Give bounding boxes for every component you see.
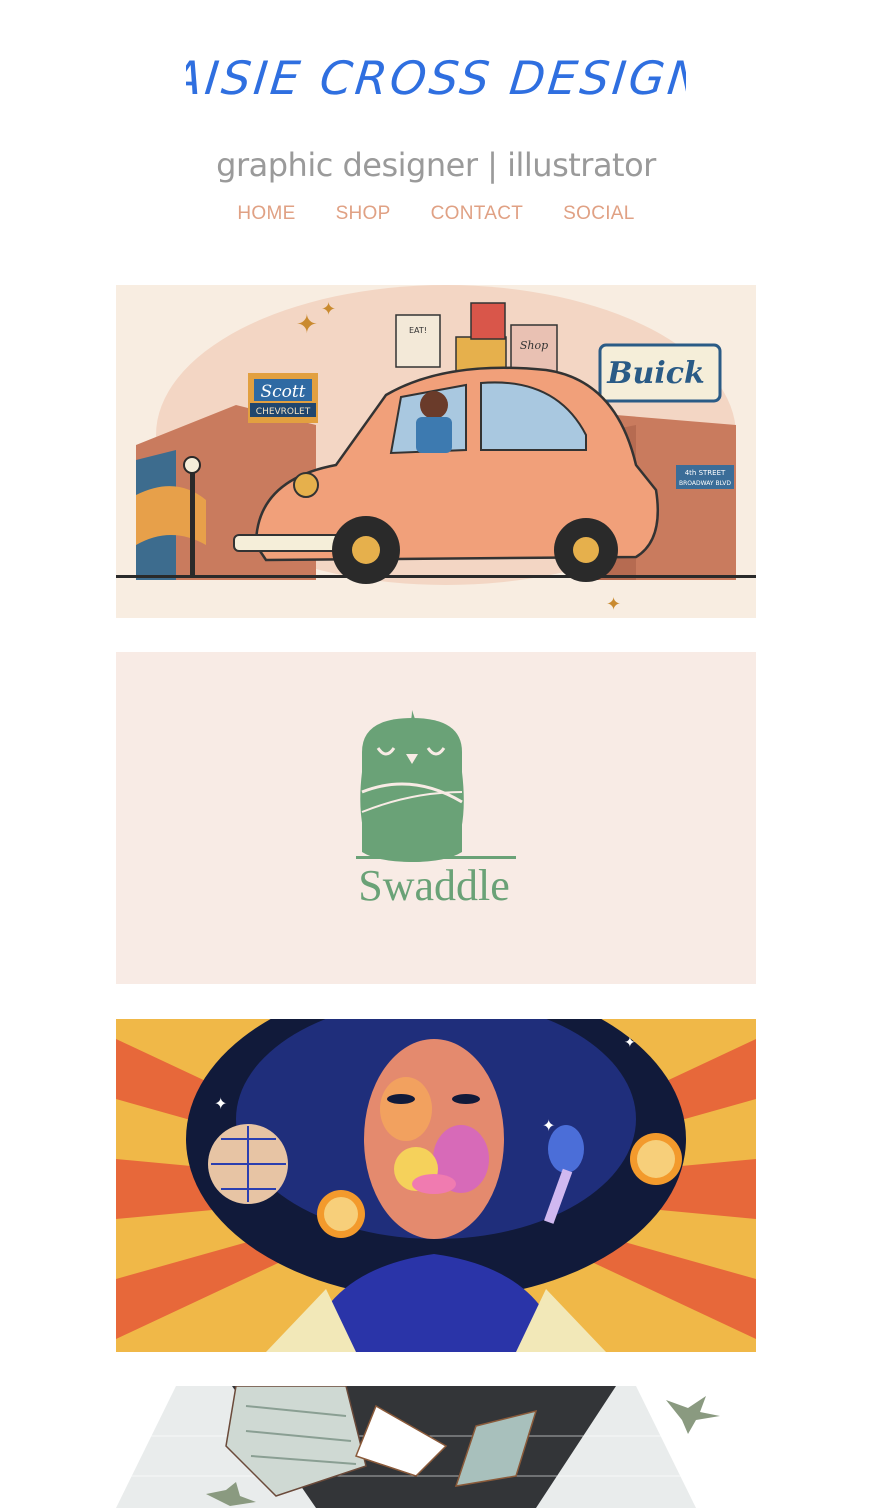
bag-shop: Shop: [520, 339, 548, 352]
swaddle-logo: Swaddle: [116, 652, 756, 984]
portfolio-card-portrait[interactable]: ✦ ✦ ✦: [116, 1019, 756, 1352]
sign-broadway: BROADWAY BLVD: [679, 480, 731, 487]
portfolio-card-swaddle[interactable]: Swaddle: [116, 652, 756, 984]
sign-buick: Buick: [606, 356, 705, 391]
swaddle-wordmark: Swaddle: [358, 861, 510, 910]
portrait-illustration: ✦ ✦ ✦: [116, 1019, 756, 1352]
nav-social[interactable]: SOCIAL: [563, 203, 635, 225]
tagline: graphic designer | illustrator: [216, 146, 656, 184]
logo-wordmark: MAISIE CROSS DESIGNS: [186, 51, 686, 105]
sign-street: 4th STREET: [685, 469, 726, 477]
svg-text:✦: ✦: [624, 1035, 636, 1051]
bag-eat: EAT!: [409, 326, 427, 335]
site-logo[interactable]: MAISIE CROSS DESIGNS: [0, 46, 872, 110]
portfolio-card-car[interactable]: Scott CHEVROLET Buick 4th STREET BROADWA…: [116, 285, 756, 618]
birds-illustration: [116, 1386, 756, 1508]
svg-text:✦: ✦: [214, 1094, 227, 1113]
svg-text:✦: ✦: [606, 594, 621, 615]
portfolio-card-birds[interactable]: [116, 1386, 756, 1508]
main-nav: HOME SHOP CONTACT SOCIAL: [0, 203, 872, 225]
nav-home[interactable]: HOME: [237, 203, 295, 225]
nav-shop[interactable]: SHOP: [336, 203, 391, 225]
sign-scott: Scott: [260, 382, 305, 402]
svg-text:✦: ✦: [296, 310, 318, 340]
nav-contact[interactable]: CONTACT: [431, 203, 524, 225]
sign-chevrolet: CHEVROLET: [256, 407, 311, 417]
svg-text:✦: ✦: [542, 1116, 555, 1135]
logo-text: MAISIE CROSS DESIGNS: [186, 51, 686, 105]
svg-text:✦: ✦: [321, 299, 336, 320]
car-illustration: Scott CHEVROLET Buick 4th STREET BROADWA…: [116, 285, 756, 618]
